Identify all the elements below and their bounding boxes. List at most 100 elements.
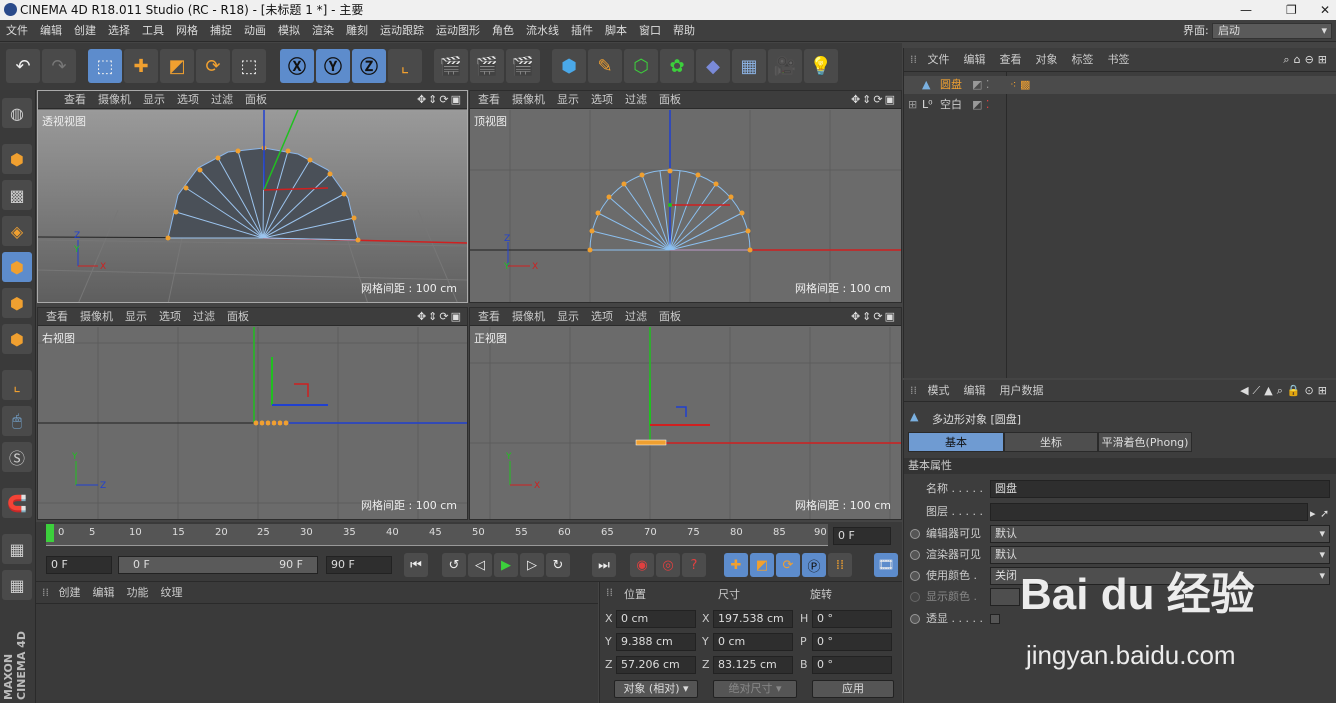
tweak-mode-button[interactable]: 🖱 [2, 406, 32, 436]
viewport-top[interactable]: 查看 摄像机 显示 选项 过滤 面板 ✥⇕⟳▣ Z Y X 顶视图 网格间距 : 100 … [469, 90, 902, 303]
recent-tools-button[interactable]: ⬚ [232, 49, 266, 83]
arrow-right-icon[interactable]: ▸ [1310, 504, 1316, 524]
key-parameter-button[interactable]: Ⓟ [802, 553, 826, 577]
attribute-nav-icons[interactable]: ◀⟋▲⌕🔒⊙⊞ [1240, 380, 1331, 402]
cloner-button[interactable]: ✿ [660, 49, 694, 83]
pos-z-field[interactable]: 57.206 cm [616, 656, 696, 674]
maximize-icon[interactable]: ❐ [1286, 0, 1297, 20]
menu-help[interactable]: 帮助 [667, 20, 701, 42]
vp-menu-display[interactable]: 显示 [119, 308, 153, 326]
menu-simulate[interactable]: 模拟 [272, 20, 306, 42]
viewport-nav-icons[interactable]: ✥⇕⟳▣ [417, 91, 463, 109]
live-selection-button[interactable]: ⬚ [88, 49, 122, 83]
coordinate-system-button[interactable]: ⌞ [388, 49, 422, 83]
vp-menu-view[interactable]: 查看 [40, 308, 74, 326]
vp-menu-camera[interactable]: 摄像机 [506, 308, 551, 326]
vp-menu-display[interactable]: 显示 [137, 91, 171, 109]
play-button[interactable]: ▶ [494, 553, 518, 577]
next-frame-button[interactable]: ▷ [520, 553, 544, 577]
animate-radio-icon[interactable] [910, 550, 920, 560]
edit-render-settings-button[interactable]: 🎬 [506, 49, 540, 83]
obj-menu-edit[interactable]: 编辑 [957, 48, 993, 72]
workplane-grid-button[interactable]: ▦ [2, 534, 32, 564]
vp-menu-panel[interactable]: 面板 [653, 91, 687, 109]
animate-radio-icon[interactable] [910, 529, 920, 539]
start-frame-field[interactable]: 0 F [46, 556, 112, 574]
mat-menu-texture[interactable]: 纹理 [155, 582, 189, 604]
tab-coordinates[interactable]: 坐标 [1004, 432, 1098, 452]
viewport-nav-icons[interactable]: ✥⇕⟳▣ [851, 91, 897, 109]
end-frame-field[interactable]: 90 F [326, 556, 392, 574]
menu-snap[interactable]: 捕捉 [204, 20, 238, 42]
timeline-ruler[interactable]: 0 5 10 15 20 25 30 35 40 45 50 55 60 65 … [46, 524, 828, 546]
timeline-playhead[interactable] [46, 524, 54, 542]
polygons-mode-button[interactable]: ⬢ [2, 324, 32, 354]
vp-menu-panel[interactable]: 面板 [221, 308, 255, 326]
solo-button[interactable]: Ⓢ [2, 442, 32, 472]
vp-menu-options[interactable]: 选项 [585, 91, 619, 109]
object-row[interactable]: ▲ 圆盘 ◩ ⁚ ⁖ ▩ [904, 76, 1336, 94]
next-key-button[interactable]: ↻ [546, 553, 570, 577]
x-axis-button[interactable]: Ⓧ [280, 49, 314, 83]
rot-p-field[interactable]: 0 ° [812, 633, 892, 651]
layer-field[interactable] [990, 503, 1308, 521]
viewport-front[interactable]: 查看 摄像机 显示 选项 过滤 面板 ✥⇕⟳▣ Y X 正视图 网格间距 : 100 cm [469, 307, 902, 520]
mat-menu-create[interactable]: 创建 [53, 582, 87, 604]
rot-h-field[interactable]: 0 ° [812, 610, 892, 628]
light-button[interactable]: 💡 [804, 49, 838, 83]
vp-menu-panel[interactable]: 面板 [239, 91, 273, 109]
record-keys-button[interactable]: ◉ [630, 553, 654, 577]
viewport-right[interactable]: 查看 摄像机 显示 选项 过滤 面板 ✥⇕⟳▣ Y Z 右视图 网格间距 : 100 cm [37, 307, 468, 520]
locked-workplane-button[interactable]: ▦ [2, 570, 32, 600]
vp-menu-camera[interactable]: 摄像机 [74, 308, 119, 326]
key-position-button[interactable]: ✚ [724, 553, 748, 577]
axis-mode-button[interactable]: ⌞ [2, 370, 32, 400]
vp-menu-view[interactable]: 查看 [58, 91, 92, 109]
timeline-window-button[interactable]: 🎞 [874, 553, 898, 577]
phong-tag-icon[interactable]: ⁖ ▩ [1010, 76, 1030, 94]
vp-menu-camera[interactable]: 摄像机 [92, 91, 137, 109]
undo-button[interactable]: ↶ [6, 49, 40, 83]
menu-render[interactable]: 渲染 [306, 20, 340, 42]
menu-tools[interactable]: 工具 [136, 20, 170, 42]
layout-select[interactable]: 启动 ▾ [1212, 23, 1332, 39]
vp-menu-camera[interactable]: 摄像机 [506, 91, 551, 109]
texture-mode-button[interactable]: ▩ [2, 180, 32, 210]
menu-create[interactable]: 创建 [68, 20, 102, 42]
vp-menu-view[interactable]: 查看 [472, 91, 506, 109]
rotate-button[interactable]: ⟳ [196, 49, 230, 83]
previous-frame-button[interactable]: ◁ [468, 553, 492, 577]
keyframe-selection-button[interactable]: ? [682, 553, 706, 577]
go-to-start-button[interactable]: ⏮ [404, 553, 428, 577]
layer-icon[interactable]: ◩ ⁚ [972, 96, 989, 114]
editor-visible-select[interactable]: 默认 ▾ [990, 525, 1330, 543]
vp-menu-view[interactable]: 查看 [472, 308, 506, 326]
apply-button[interactable]: 应用 [812, 680, 894, 698]
menu-mesh[interactable]: 网格 [170, 20, 204, 42]
viewport-perspective[interactable]: 查看 摄像机 显示 选项 过滤 面板 ✥⇕⟳▣ Z Y X 透视视图 网格间距 : 100… [37, 90, 468, 303]
object-name[interactable]: 圆盘 [940, 76, 962, 94]
z-axis-button[interactable]: Ⓩ [352, 49, 386, 83]
object-name[interactable]: 空白 [940, 96, 962, 114]
name-field[interactable]: 圆盘 [990, 480, 1330, 498]
key-scale-button[interactable]: ◩ [750, 553, 774, 577]
render-view-button[interactable]: 🎬 [434, 49, 468, 83]
current-frame-field[interactable]: 0 F [833, 527, 891, 545]
obj-menu-tags[interactable]: 标签 [1065, 48, 1101, 72]
floor-button[interactable]: ▦ [732, 49, 766, 83]
rot-b-field[interactable]: 0 ° [812, 656, 892, 674]
points-mode-button[interactable]: ⬢ [2, 252, 32, 282]
obj-menu-file[interactable]: 文件 [921, 48, 957, 72]
viewport-nav-icons[interactable]: ✥⇕⟳▣ [417, 308, 463, 326]
scale-button[interactable]: ◩ [160, 49, 194, 83]
size-y-field[interactable]: 0 cm [713, 633, 793, 651]
menu-mograph[interactable]: 运动图形 [430, 20, 486, 42]
edges-mode-button[interactable]: ⬢ [2, 288, 32, 318]
animate-radio-icon[interactable] [910, 614, 920, 624]
vp-menu-options[interactable]: 选项 [153, 308, 187, 326]
mat-menu-function[interactable]: 功能 [121, 582, 155, 604]
menu-pipeline[interactable]: 流水线 [520, 20, 565, 42]
attr-menu-mode[interactable]: 模式 [921, 380, 957, 402]
obj-menu-view[interactable]: 查看 [993, 48, 1029, 72]
make-editable-button[interactable]: ◍ [2, 98, 32, 128]
